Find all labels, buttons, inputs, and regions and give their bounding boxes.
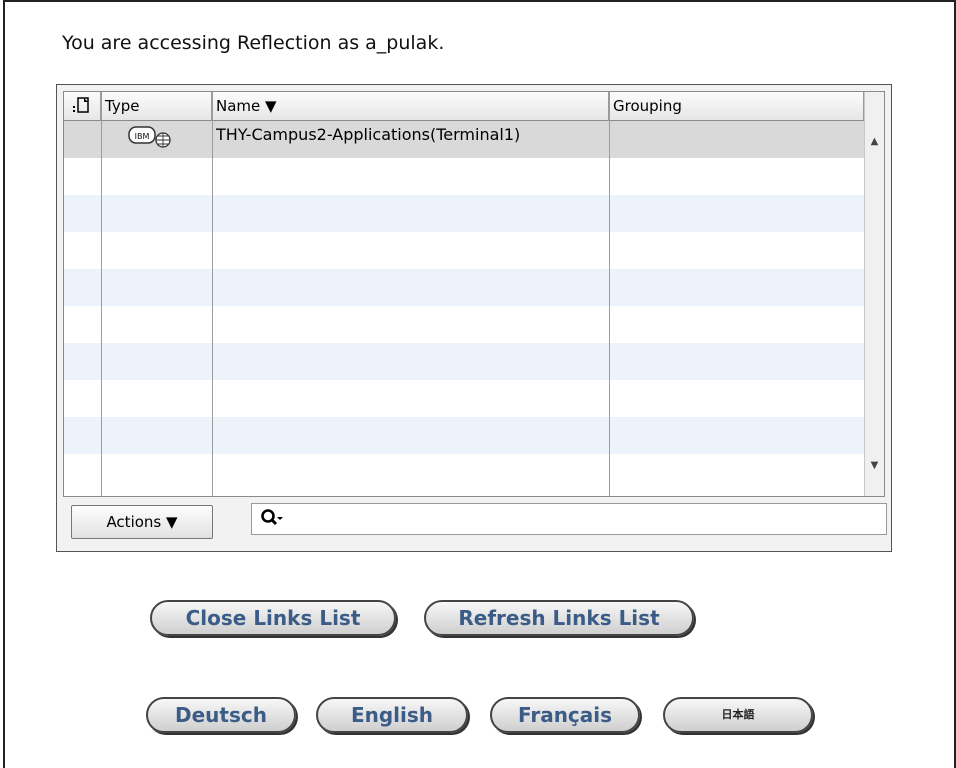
- table-row-empty: [64, 232, 864, 269]
- language-japanese-button[interactable]: 日本語: [663, 697, 813, 733]
- column-header-type[interactable]: Type: [101, 92, 212, 120]
- vertical-scrollbar[interactable]: ▲ ▼: [864, 92, 884, 496]
- refresh-links-list-button[interactable]: Refresh Links List: [424, 600, 694, 636]
- column-divider: [609, 92, 610, 496]
- search-icon[interactable]: [260, 508, 284, 530]
- window-border-top: [3, 0, 956, 2]
- table-row-empty: [64, 195, 864, 232]
- language-francais-button[interactable]: Français: [490, 697, 640, 733]
- window-border-left: [3, 0, 5, 768]
- ibm-icon-label: IBM: [135, 132, 150, 141]
- column-divider: [101, 92, 102, 496]
- column-header-icon[interactable]: [64, 92, 101, 120]
- actions-menu-button[interactable]: Actions ▼: [71, 505, 213, 539]
- table-header: Type Name ▼ Grouping: [64, 92, 864, 121]
- links-table: Type Name ▼ Grouping IBM THY-Campus2-App…: [63, 91, 885, 497]
- column-header-grouping[interactable]: Grouping: [609, 92, 864, 120]
- column-header-name[interactable]: Name ▼: [212, 92, 609, 120]
- table-row-empty: [64, 158, 864, 195]
- close-links-list-button[interactable]: Close Links List: [150, 600, 396, 636]
- table-row-empty: [64, 269, 864, 306]
- table-row[interactable]: IBM THY-Campus2-Applications(Terminal1): [64, 121, 864, 158]
- links-panel: Type Name ▼ Grouping IBM THY-Campus2-App…: [56, 84, 892, 552]
- scroll-down-icon[interactable]: ▼: [865, 460, 884, 471]
- table-row-empty: [64, 380, 864, 417]
- table-row-empty: [64, 454, 864, 491]
- language-english-button[interactable]: English: [316, 697, 468, 733]
- language-deutsch-button[interactable]: Deutsch: [146, 697, 296, 733]
- document-sort-icon: [73, 97, 89, 113]
- row-name: THY-Campus2-Applications(Terminal1): [216, 125, 521, 144]
- column-divider: [212, 92, 213, 496]
- scroll-up-icon[interactable]: ▲: [865, 136, 884, 147]
- table-row-empty: [64, 306, 864, 343]
- ibm-host-icon: IBM: [127, 125, 175, 149]
- table-row-empty: [64, 343, 864, 380]
- access-message: You are accessing Reflection as a_pulak.: [62, 32, 445, 54]
- search-input[interactable]: [251, 503, 887, 535]
- table-row-empty: [64, 417, 864, 454]
